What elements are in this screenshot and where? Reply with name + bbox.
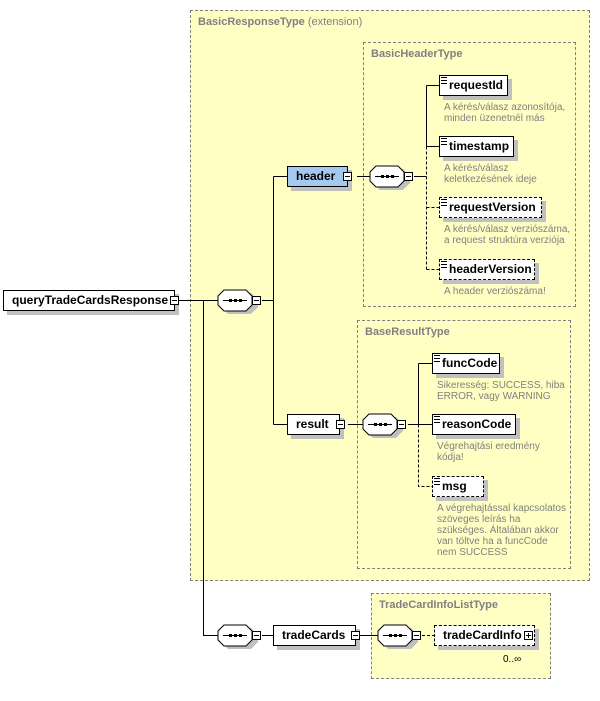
element-msg[interactable]: msg — [432, 476, 484, 497]
element-documentation: A végrehajtással kapcsolatos szöveges leí… — [437, 503, 566, 558]
element-reasonCode[interactable]: reasonCode — [432, 414, 516, 435]
element-headerVersion[interactable]: headerVersion — [439, 259, 535, 280]
documentation-icon — [441, 199, 447, 206]
occurrence-label: 0..∞ — [503, 654, 522, 665]
element-funcCode[interactable]: funcCode — [432, 353, 500, 374]
element-tradeCardInfo[interactable]: tradeCardInfo — [434, 625, 535, 646]
expand-toggle[interactable] — [524, 631, 533, 640]
documentation-icon — [434, 416, 440, 423]
collapse-toggle[interactable] — [404, 172, 413, 181]
documentation-icon — [441, 261, 447, 268]
collapse-toggle[interactable] — [252, 296, 261, 305]
collapse-toggle[interactable] — [351, 631, 360, 640]
collapse-toggle[interactable] — [336, 420, 345, 429]
element-header[interactable]: header — [287, 166, 348, 187]
element-documentation: Sikeresség: SUCCESS, hiba ERROR, vagy WAR… — [437, 380, 565, 402]
element-tradeCards[interactable]: tradeCards — [273, 625, 356, 646]
element-timestamp[interactable]: timestamp — [439, 136, 514, 157]
element-requestVersion[interactable]: requestVersion — [439, 197, 542, 218]
element-documentation: Végrehajtási eredmény kódja! — [437, 441, 540, 463]
element-result[interactable]: result — [287, 414, 340, 435]
collapse-toggle[interactable] — [252, 631, 261, 640]
collapse-toggle[interactable] — [397, 420, 406, 429]
element-documentation: A kérés/válasz verziószáma, a request str… — [444, 224, 571, 246]
collapse-toggle[interactable] — [343, 172, 352, 181]
element-documentation: A kérés/válasz azonosítója, minden üzenet… — [444, 102, 566, 124]
collapse-toggle[interactable] — [170, 296, 179, 305]
documentation-icon — [434, 355, 440, 362]
sequence-compositors — [217, 165, 418, 649]
element-requestId[interactable]: requestId — [439, 75, 508, 96]
element-documentation: A kérés/válasz keletkezésének ideje — [444, 163, 537, 185]
documentation-icon — [434, 478, 440, 485]
element-documentation: A header verziószáma! — [444, 286, 546, 297]
documentation-icon — [441, 77, 447, 84]
documentation-icon — [441, 138, 447, 145]
element-queryTradeCardsResponse[interactable]: queryTradeCardsResponse — [3, 290, 175, 311]
collapse-toggle[interactable] — [412, 631, 421, 640]
